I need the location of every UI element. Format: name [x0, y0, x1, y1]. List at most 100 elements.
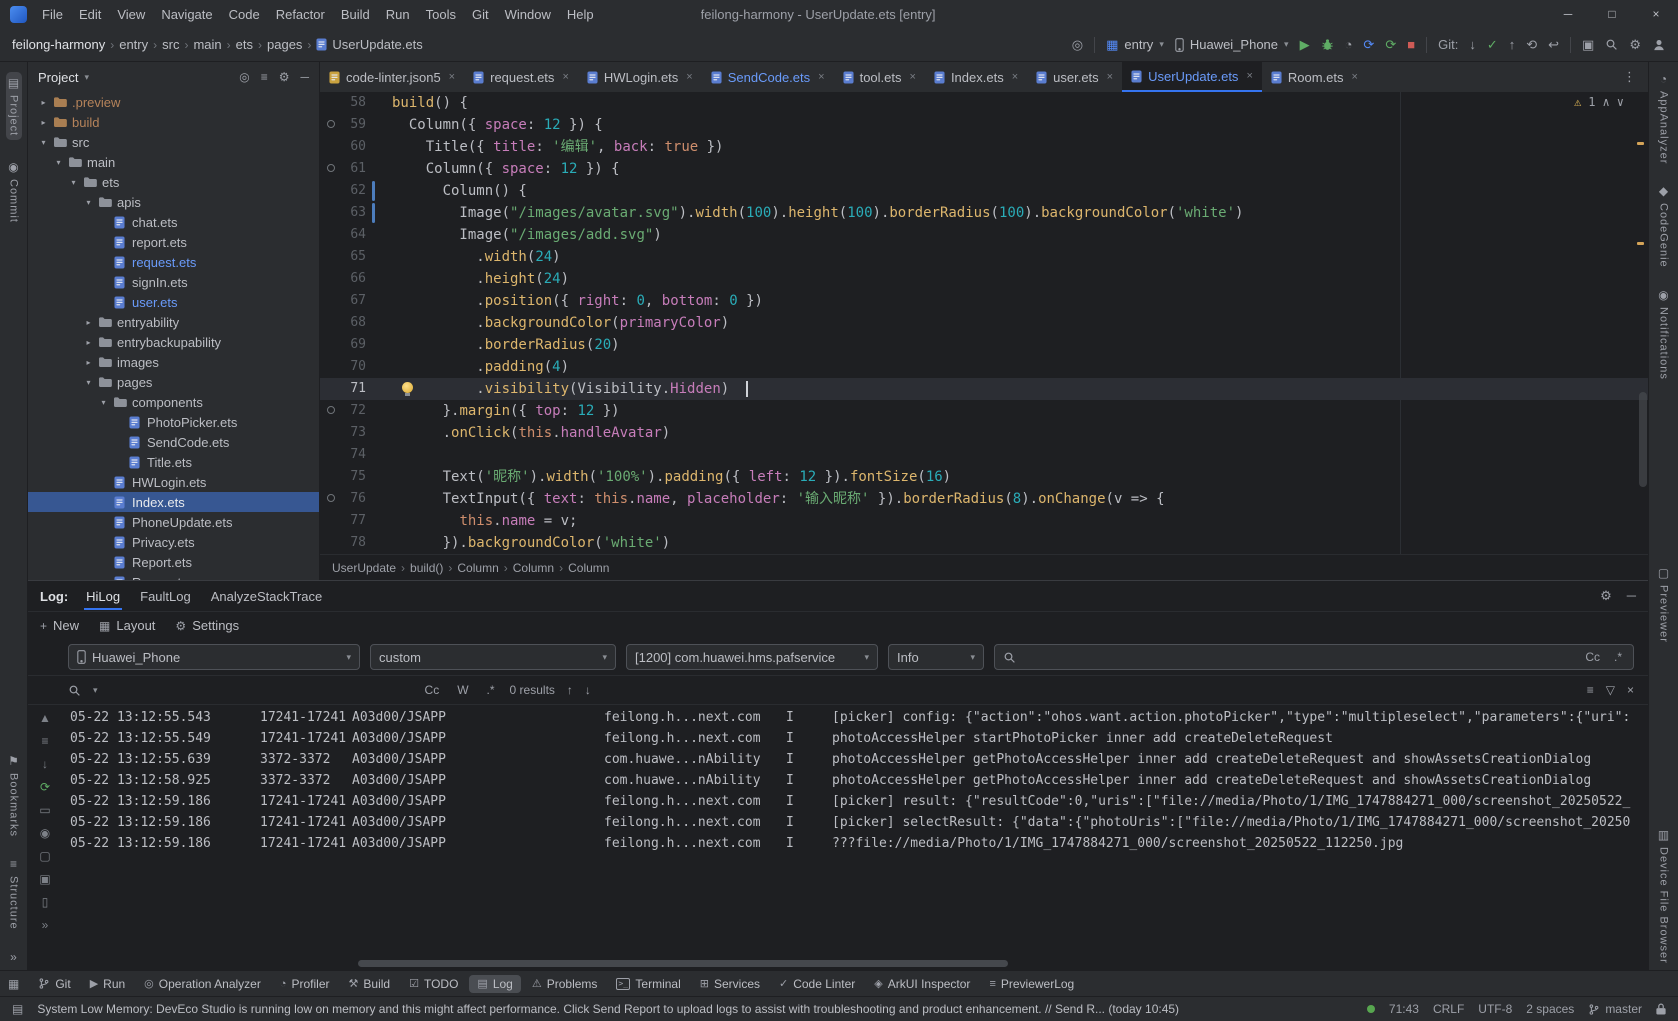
screenshot-icon[interactable]: ◉ [40, 826, 50, 840]
search-everywhere-icon[interactable] [1605, 38, 1618, 51]
git-rollback-button[interactable]: ↩ [1548, 37, 1559, 53]
intention-bulb-icon[interactable] [402, 382, 413, 393]
rerun-button[interactable]: ⟳ [1363, 37, 1374, 53]
tree-item-privacy-ets[interactable]: Privacy.ets [28, 532, 319, 552]
more-icon[interactable]: » [42, 918, 49, 932]
log-toolbar-settings[interactable]: ⚙Settings [175, 618, 239, 633]
tool-strip-device-file-browser[interactable]: ▥Device File Browser [1658, 828, 1670, 964]
tree-item-ets[interactable]: ▾ets [28, 172, 319, 192]
tree-item-apis[interactable]: ▾apis [28, 192, 319, 212]
search-icon[interactable] [68, 684, 81, 697]
minimize-icon[interactable]: ─ [1546, 2, 1590, 26]
editor-tab-index-ets[interactable]: Index.ets× [925, 62, 1027, 92]
tree-item-pages[interactable]: ▾pages [28, 372, 319, 392]
menu-git[interactable]: Git [465, 5, 496, 24]
tool-button-todo[interactable]: ☑TODO [401, 975, 466, 993]
tool-strip-bookmarks[interactable]: ⚑Bookmarks [8, 754, 20, 837]
tree-item-photopicker-ets[interactable]: PhotoPicker.ets [28, 412, 319, 432]
close-search-icon[interactable]: × [1627, 683, 1634, 697]
tool-button-previewerlog[interactable]: ≡PreviewerLog [981, 975, 1082, 993]
tool-button-problems[interactable]: ⚠Problems [524, 975, 606, 993]
tree-item-images[interactable]: ▸images [28, 352, 319, 372]
tool-strip-structure[interactable]: ≡Structure [8, 857, 20, 930]
tree-item-build[interactable]: ▸build [28, 112, 319, 132]
git-commit-button[interactable]: ✓ [1487, 37, 1498, 53]
caret-position[interactable]: 71:43 [1389, 1002, 1419, 1016]
prev-match-icon[interactable]: ↑ [567, 683, 573, 697]
menu-view[interactable]: View [110, 5, 152, 24]
tree-item-src[interactable]: ▾src [28, 132, 319, 152]
chevron-down-icon[interactable]: ▾ [84, 72, 89, 83]
debug-button[interactable] [1321, 38, 1334, 51]
maximize-icon[interactable]: □ [1590, 2, 1634, 26]
editor-scrollbar-thumb[interactable] [1639, 392, 1647, 487]
next-problem-icon[interactable]: ∨ [1617, 95, 1624, 109]
close-tab-icon[interactable]: × [910, 71, 916, 83]
close-tab-icon[interactable]: × [449, 71, 455, 83]
tool-strip-appanalyzer[interactable]: ◔AppAnalyzer [1658, 72, 1670, 164]
gutter-circle-icon[interactable] [327, 120, 335, 128]
editor-tab-userupdate-ets[interactable]: UserUpdate.ets× [1122, 62, 1262, 92]
editor-crumb-userupdate[interactable]: UserUpdate [332, 561, 396, 575]
inspections-widget[interactable]: ⚠ 1 ∧ ∨ [1574, 95, 1624, 109]
log-row-0[interactable]: 05-22 13:12:55.54317241-17241A03d00/JSAP… [70, 707, 1648, 728]
breadcrumb-item-main[interactable]: main [193, 37, 221, 52]
log-tab-hilog[interactable]: HiLog [84, 583, 122, 610]
log-row-3[interactable]: 05-22 13:12:58.9253372-3372A03d00/JSAPPc… [70, 770, 1648, 791]
collapse-all-icon[interactable]: ≡ [261, 70, 268, 84]
hide-panel-icon[interactable]: ─ [300, 70, 309, 84]
git-update-button[interactable]: ↓ [1469, 37, 1476, 52]
menu-edit[interactable]: Edit [72, 5, 108, 24]
device-selector[interactable]: Huawei_Phone ▾ [1175, 37, 1289, 52]
log-minimize-icon[interactable]: ─ [1627, 588, 1636, 604]
locate-file-icon[interactable]: ◎ [239, 70, 249, 84]
menu-file[interactable]: File [35, 5, 70, 24]
log-horizontal-scrollbar[interactable] [358, 960, 1008, 967]
log-filter-search-input[interactable]: Cc .* [994, 644, 1634, 670]
prev-problem-icon[interactable]: ∧ [1603, 95, 1610, 109]
log-row-2[interactable]: 05-22 13:12:55.6393372-3372A03d00/JSAPPc… [70, 749, 1648, 770]
breadcrumb-item-entry[interactable]: entry [119, 37, 148, 52]
tool-button-profiler[interactable]: ◔Profiler [272, 975, 338, 993]
close-icon[interactable]: × [1634, 2, 1678, 26]
editor-tab-tool-ets[interactable]: tool.ets× [834, 62, 925, 92]
error-stripe-mark[interactable] [1637, 242, 1644, 245]
panel-options-icon[interactable]: ⚙ [279, 70, 290, 84]
module-selector[interactable]: ▦ entry ▾ [1106, 37, 1164, 53]
log-row-6[interactable]: 05-22 13:12:59.18617241-17241A03d00/JSAP… [70, 833, 1648, 854]
error-stripe-mark[interactable] [1637, 142, 1644, 145]
editor-tab-code-linter-json5[interactable]: code-linter.json5× [320, 62, 464, 92]
git-push-button[interactable]: ↑ [1509, 37, 1516, 52]
editor-tab-hwlogin-ets[interactable]: HWLogin.ets× [578, 62, 702, 92]
tool-window-switcher-icon[interactable]: ▦ [8, 977, 19, 991]
tree-item-title-ets[interactable]: Title.ets [28, 452, 319, 472]
menu-tools[interactable]: Tools [419, 5, 463, 24]
tool-button-code-linter[interactable]: ✓Code Linter [771, 975, 863, 993]
tree-item-report-ets[interactable]: report.ets [28, 232, 319, 252]
editor-tab-sendcode-ets[interactable]: SendCode.ets× [702, 62, 834, 92]
settings-gear-icon[interactable]: ⚙ [1629, 37, 1641, 53]
file-encoding[interactable]: UTF-8 [1478, 1002, 1512, 1016]
editor-tab-request-ets[interactable]: request.ets× [464, 62, 578, 92]
breadcrumb-item-src[interactable]: src [162, 37, 179, 52]
tool-button-git[interactable]: Git [30, 975, 78, 993]
tool-button-build[interactable]: ⚒Build [341, 975, 399, 993]
tool-button-log[interactable]: ▤Log [469, 975, 520, 993]
close-tab-icon[interactable]: × [1352, 71, 1358, 83]
sort-icon[interactable]: ≡ [1587, 683, 1594, 697]
tool-strip-codegenie[interactable]: ◆CodeGenie [1658, 184, 1670, 268]
funnel-filter-icon[interactable]: ▽ [1606, 683, 1615, 697]
log-settings-gear-icon[interactable]: ⚙ [1600, 588, 1612, 604]
menu-refactor[interactable]: Refactor [269, 5, 332, 24]
run-button[interactable]: ▶ [1300, 37, 1310, 53]
log-row-1[interactable]: 05-22 13:12:55.54917241-17241A03d00/JSAP… [70, 728, 1648, 749]
log-tab-faultlog[interactable]: FaultLog [138, 583, 193, 610]
tree-item-report-ets[interactable]: Report.ets [28, 552, 319, 572]
tool-button-services[interactable]: ⊞Services [692, 975, 768, 993]
git-history-button[interactable]: ⟲ [1526, 37, 1537, 53]
gutter-circle-icon[interactable] [327, 406, 335, 414]
regex-toggle[interactable]: .* [484, 682, 498, 698]
stop-button[interactable]: ■ [1407, 37, 1415, 52]
restart-icon[interactable]: ⟳ [40, 780, 50, 794]
log-toolbar-new[interactable]: +New [40, 618, 79, 633]
